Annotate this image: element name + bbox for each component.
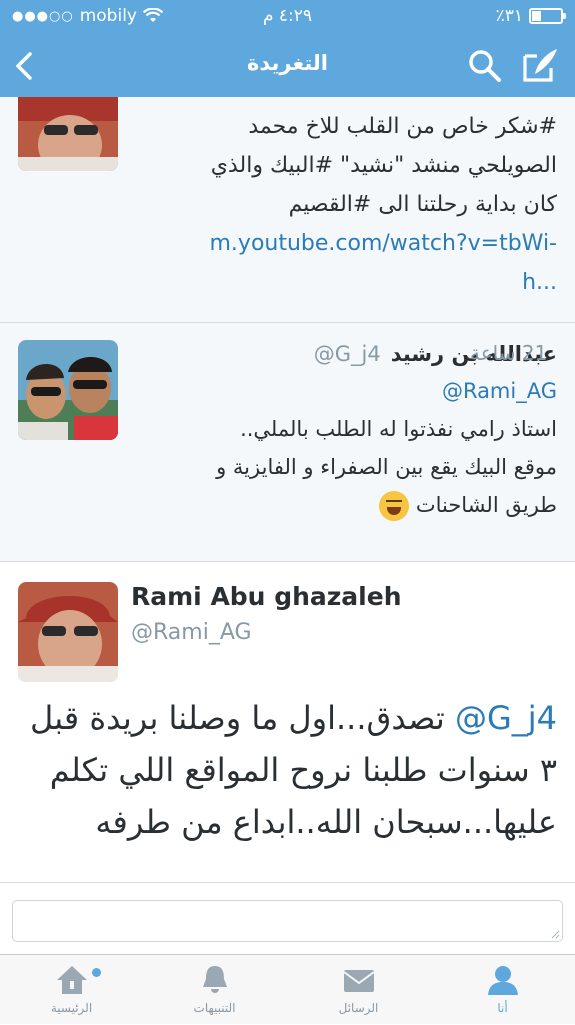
tweet-line: ٣ سنوات طلبنا نروح المواقع اللي تكلم	[49, 751, 557, 789]
mention-link[interactable]: @Rami_AG	[127, 372, 557, 410]
tweet-text: #شكر خاص من القلب للاخ محمد الصويلحي منش…	[210, 107, 558, 302]
compose-button[interactable]	[521, 46, 561, 84]
tweet-feed[interactable]: #شكر خاص من القلب للاخ محمد الصويلحي منش…	[0, 97, 575, 954]
search-button[interactable]	[467, 48, 503, 84]
tweet-line: الصويلحي منشد "نشيد" #البيك والذي	[210, 153, 557, 178]
avatar[interactable]	[18, 582, 118, 682]
author-handle[interactable]: @Rami_AG	[131, 620, 252, 645]
tweet-reply[interactable]: عبدالله بن رشيد @G_j4 21 ساعة @Rami_AG ا…	[0, 323, 575, 561]
tweet-line: @G_j4 تصدق...اول ما وصلنا بريدة قبل	[12, 692, 557, 744]
tweet-line-text: تصدق...اول ما وصلنا بريدة قبل	[29, 699, 445, 737]
resize-handle-icon[interactable]	[550, 929, 560, 939]
tweet-main: Rami Abu ghazaleh @Rami_AG @G_j4 تصدق...…	[0, 562, 575, 882]
battery-fill	[532, 11, 541, 21]
tab-home[interactable]: الرئيسية	[0, 955, 143, 1025]
tweet-line-last: طريق الشاحنات	[127, 486, 557, 524]
tweet-line: عليها...سبحان الله..ابداع من طرفه	[95, 803, 557, 841]
tweet-line: كان بداية رحلتنا الى #القصيم	[288, 192, 557, 217]
tweet-line: طريق الشاحنات	[415, 493, 557, 517]
author-name[interactable]: Rami Abu ghazaleh	[131, 582, 402, 611]
battery-icon	[529, 8, 566, 24]
avatar[interactable]	[18, 97, 118, 171]
tweet-text: @Rami_AG استاذ رامي نفذتوا له الطلب بالم…	[127, 372, 557, 524]
youtube-link[interactable]: m.youtube.com/watch?v=tbWi-	[210, 224, 558, 263]
tab-label: الرئيسية	[50, 1001, 93, 1015]
battery-percent: ٪٣١	[495, 6, 523, 26]
youtube-link-cont[interactable]: h...	[210, 263, 557, 302]
status-bar: ●●●○○ mobily ٤:٢٩ م ٪٣١	[0, 0, 575, 34]
tweet-line: موقع البيك يقع بين الصفراء و الفايزية و	[216, 455, 557, 479]
tab-label: الرسائل	[338, 1001, 379, 1015]
tweet-line: استاذ رامي نفذتوا له الطلب بالملي..	[240, 417, 557, 441]
divider	[0, 882, 575, 883]
tweet-line: #شكر خاص من القلب للاخ محمد	[248, 114, 557, 139]
envelope-icon	[342, 970, 375, 992]
tab-messages[interactable]: الرسائل	[287, 955, 430, 1025]
tab-bar: الرئيسية التنبيهات الرسائل أنا	[0, 954, 575, 1024]
author-handle[interactable]: @G_j4	[314, 342, 381, 366]
tweet-previous[interactable]: #شكر خاص من القلب للاخ محمد الصويلحي منش…	[0, 97, 575, 322]
header: ●●●○○ mobily ٤:٢٩ م ٪٣١ التغريدة	[0, 0, 575, 97]
tweet-time: 21 ساعة	[470, 341, 548, 365]
bell-icon	[202, 966, 227, 993]
reply-input[interactable]	[12, 900, 563, 942]
avatar[interactable]	[18, 340, 118, 440]
tab-label: التنبيهات	[193, 1001, 236, 1015]
profile-icon	[487, 966, 518, 995]
mention-link[interactable]: @G_j4	[455, 699, 557, 737]
nav-bar: التغريدة	[0, 34, 575, 97]
clock: ٤:٢٩ م	[262, 6, 313, 26]
battery-status: ٪٣١	[495, 6, 566, 26]
tab-notifications[interactable]: التنبيهات	[143, 955, 286, 1025]
notification-dot	[92, 968, 101, 977]
home-icon	[56, 966, 87, 994]
tab-label: أنا	[497, 1001, 508, 1015]
tab-me[interactable]: أنا	[431, 955, 574, 1025]
laughing-emoji-icon	[379, 491, 410, 521]
tweet-text: @G_j4 تصدق...اول ما وصلنا بريدة قبل ٣ سن…	[12, 692, 557, 848]
